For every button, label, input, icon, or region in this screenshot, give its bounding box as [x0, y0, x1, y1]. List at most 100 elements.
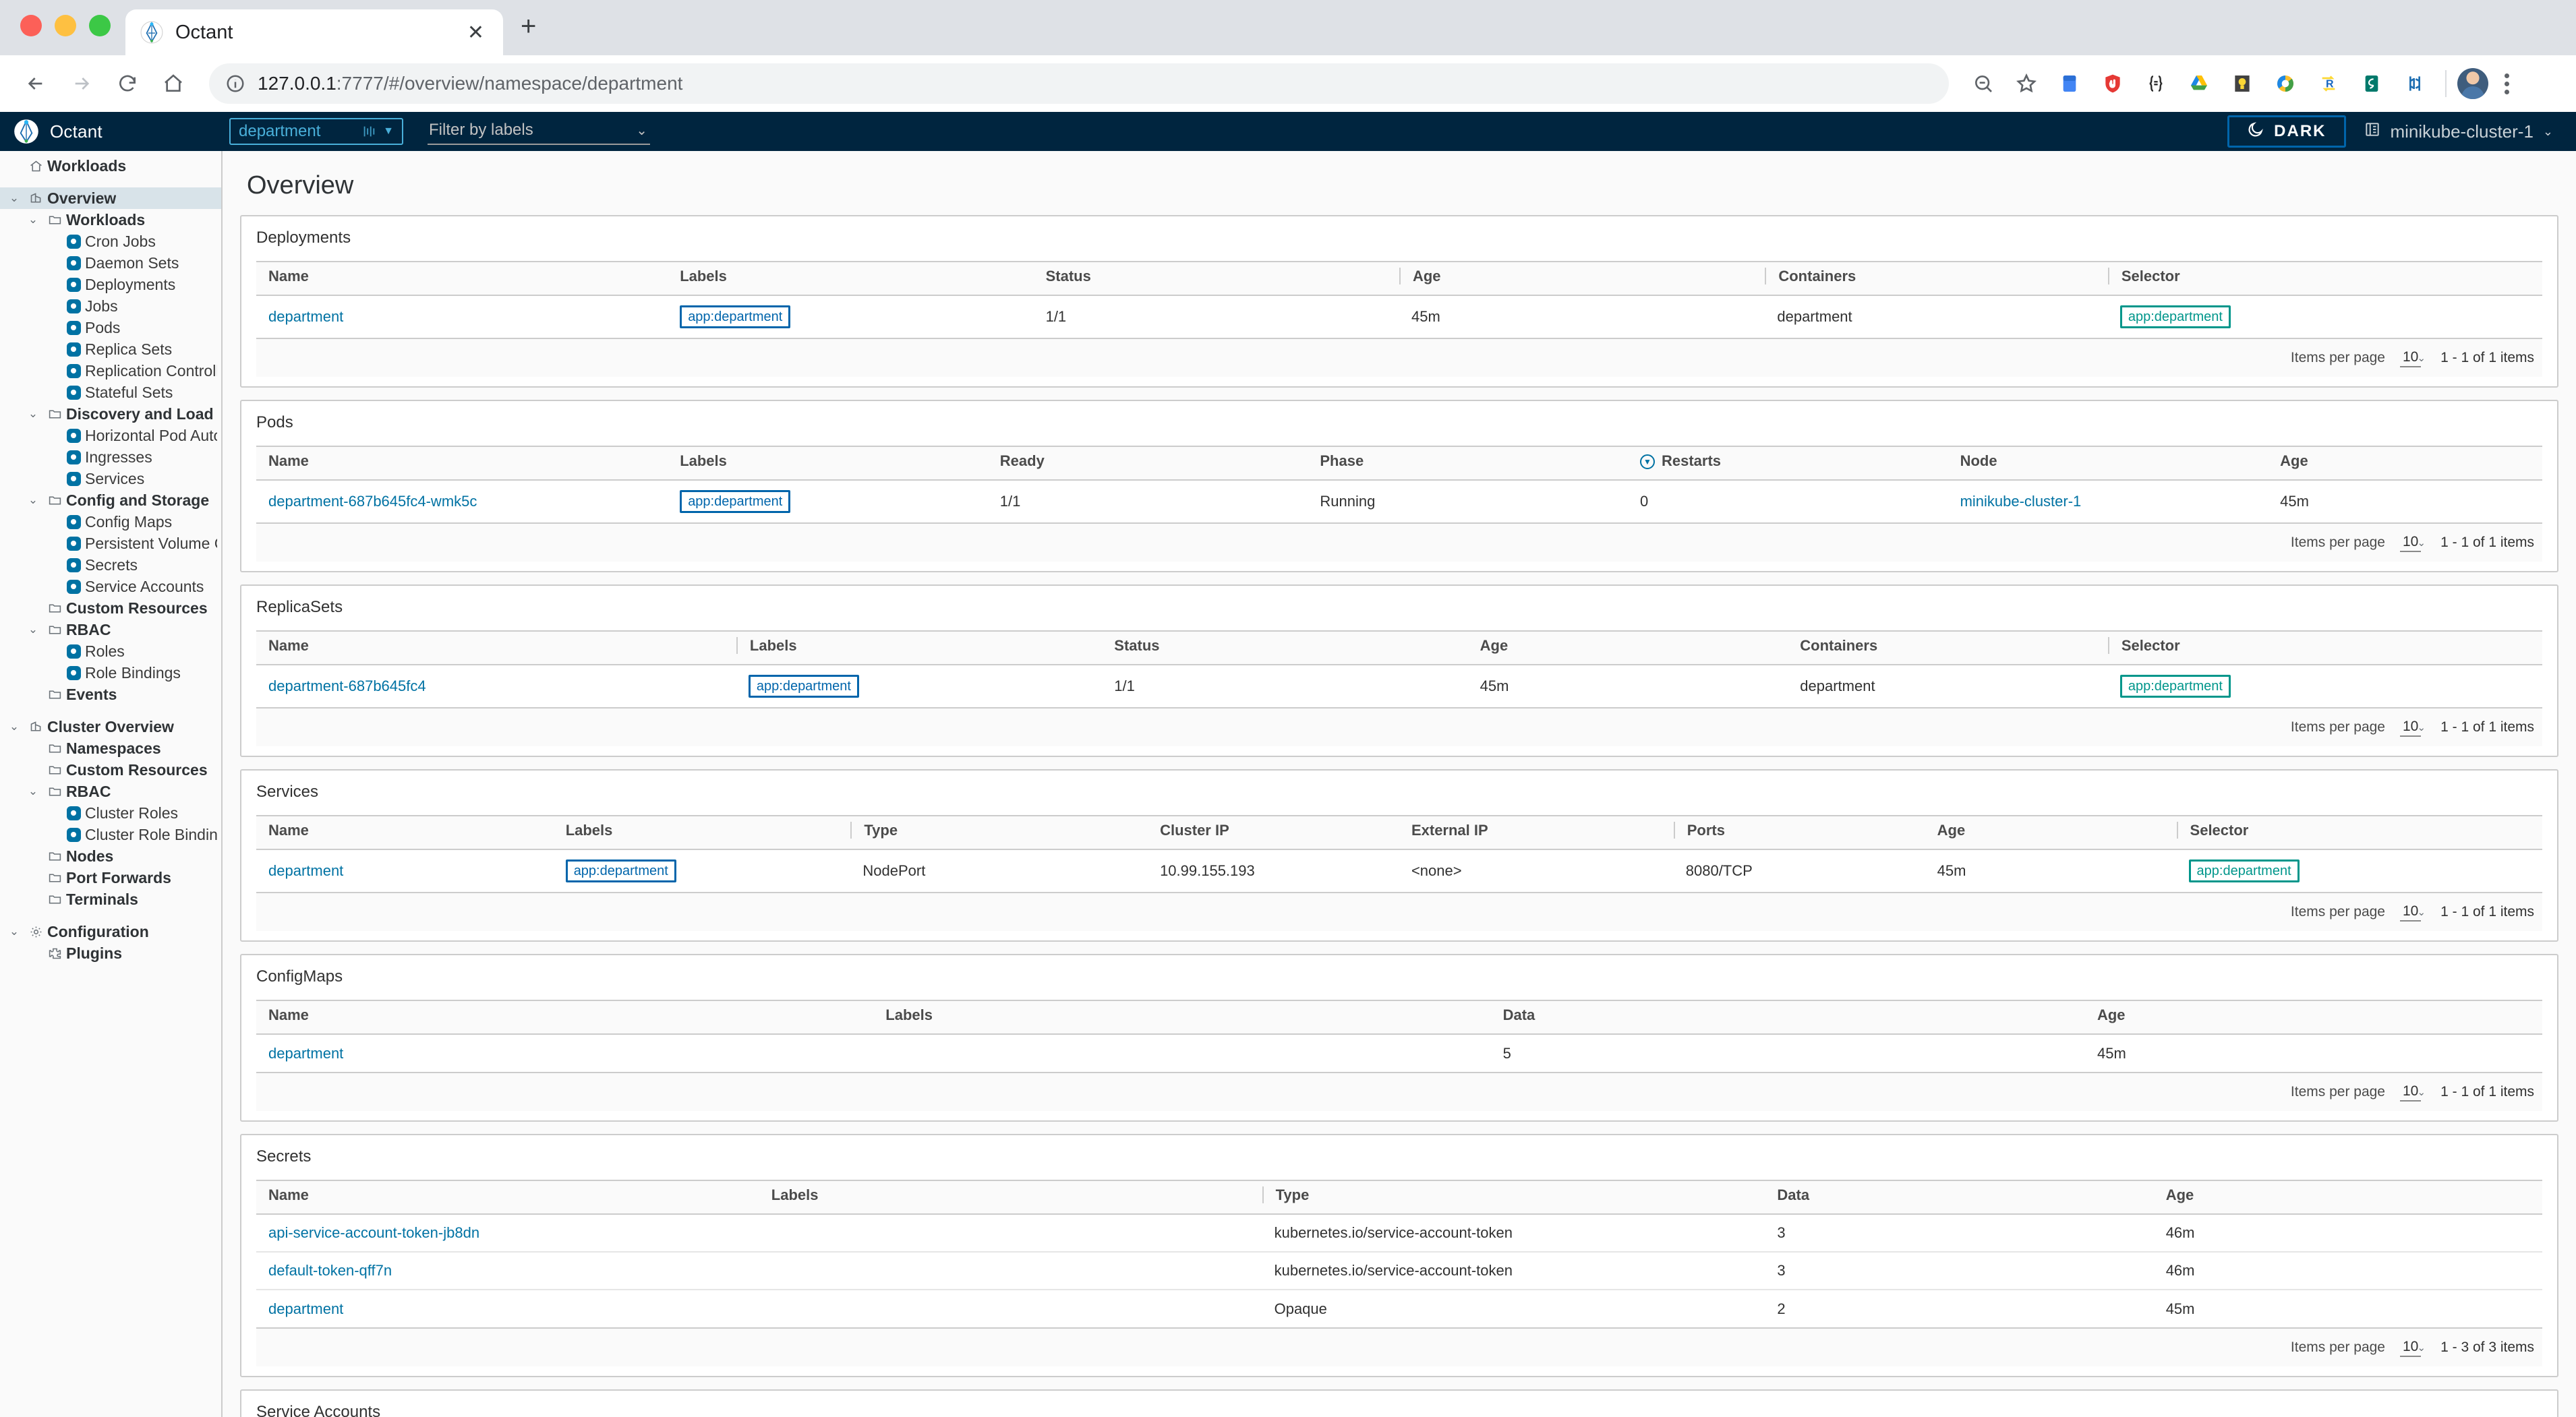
resource-link[interactable]: default-token-qff7n [268, 1262, 392, 1279]
column-header[interactable]: Containers [1765, 262, 2108, 295]
items-per-page-select[interactable]: 10 ⌄ [2400, 719, 2426, 737]
sidebar-item-replica-sets[interactable]: Replica Sets [0, 338, 221, 360]
column-header[interactable]: Name [256, 1000, 873, 1034]
sidebar-item-jobs[interactable]: Jobs [0, 295, 221, 317]
cluster-select[interactable]: minikube-cluster-1 ⌄ [2364, 121, 2554, 143]
sidebar-item-config-maps[interactable]: Config Maps [0, 511, 221, 533]
resource-link[interactable]: department-687b645fc4 [268, 677, 426, 694]
extension-keep-icon[interactable] [2223, 64, 2262, 103]
sidebar-item-plugins[interactable]: Plugins [0, 942, 221, 964]
sidebar-item-rbac[interactable]: ⌄RBAC [0, 619, 221, 640]
sidebar-item-secrets[interactable]: Secrets [0, 554, 221, 576]
extension-adblock-icon[interactable] [2093, 64, 2132, 103]
resource-link[interactable]: department [268, 1045, 343, 1062]
chevron-down-icon[interactable]: ⌄ [23, 493, 43, 507]
close-tab-icon[interactable]: ✕ [463, 21, 488, 44]
column-header[interactable]: Age [2154, 1180, 2542, 1214]
home-icon[interactable] [152, 63, 194, 104]
sidebar-item-workloads[interactable]: ⌄Workloads [0, 209, 221, 231]
forward-icon[interactable] [61, 63, 103, 104]
column-header[interactable]: Data [1765, 1180, 2153, 1214]
bookmark-star-icon[interactable] [2007, 64, 2046, 103]
extension-google-drive-icon[interactable] [2179, 64, 2219, 103]
sidebar-item-replication-controllers[interactable]: Replication Controllers [0, 360, 221, 382]
site-info-icon[interactable] [225, 73, 245, 94]
label-chip[interactable]: app:department [566, 860, 676, 882]
sidebar-item-ingresses[interactable]: Ingresses [0, 446, 221, 468]
sidebar-item-horizontal-pod-autoscalers[interactable]: Horizontal Pod Autoscalers [0, 425, 221, 446]
sidebar-item-stateful-sets[interactable]: Stateful Sets [0, 382, 221, 403]
sidebar-item-events[interactable]: Events [0, 684, 221, 705]
label-chip[interactable]: app:department [680, 490, 790, 513]
extension-clipboard-icon[interactable] [2050, 64, 2089, 103]
column-header[interactable]: Containers [1788, 631, 2108, 665]
column-header[interactable]: Name [256, 446, 668, 480]
new-tab-button[interactable]: + [503, 11, 552, 55]
sidebar-item-deployments[interactable]: Deployments [0, 274, 221, 295]
items-per-page-select[interactable]: 10 ⌄ [2400, 1339, 2426, 1357]
maximize-window-button[interactable] [89, 15, 111, 36]
resource-link[interactable]: department [268, 1300, 343, 1317]
sidebar-item-custom-resources[interactable]: Custom Resources [0, 759, 221, 781]
column-header[interactable]: Selector [2108, 262, 2542, 295]
column-header[interactable]: Selector [2108, 631, 2542, 665]
column-header[interactable]: Name [256, 631, 736, 665]
resource-link[interactable]: department-687b645fc4-wmk5c [268, 493, 477, 510]
chevron-down-icon[interactable]: ⌄ [23, 785, 43, 798]
resource-link[interactable]: department [268, 862, 343, 879]
chevron-down-icon[interactable]: ⌄ [4, 191, 24, 205]
column-header[interactable]: Labels [668, 262, 1033, 295]
sidebar-item-persistent-volume-claims[interactable]: Persistent Volume Claims [0, 533, 221, 554]
sidebar-item-role-bindings[interactable]: Role Bindings [0, 662, 221, 684]
resource-link[interactable]: department [268, 308, 343, 325]
sidebar-item-custom-resources[interactable]: Custom Resources [0, 597, 221, 619]
label-chip[interactable]: app:department [749, 675, 859, 698]
column-header[interactable]: Status [1102, 631, 1467, 665]
sidebar-item-services[interactable]: Services [0, 468, 221, 489]
column-header[interactable]: Labels [554, 816, 851, 849]
column-header[interactable]: Ports [1674, 816, 1925, 849]
column-header[interactable]: Name [256, 816, 554, 849]
column-header[interactable]: Age [2085, 1000, 2542, 1034]
extension-compass-icon[interactable] [2266, 64, 2305, 103]
label-chip[interactable]: app:department [680, 305, 790, 328]
column-header[interactable]: ▼Restarts [1628, 446, 1948, 480]
minimize-window-button[interactable] [55, 15, 76, 36]
column-header[interactable]: Age [1399, 262, 1765, 295]
theme-toggle-button[interactable]: DARK [2227, 115, 2345, 148]
sidebar-item-cluster-role-bindings[interactable]: Cluster Role Bindings [0, 824, 221, 845]
chevron-down-icon[interactable]: ⌄ [23, 407, 43, 421]
resource-link[interactable]: api-service-account-token-jb8dn [268, 1224, 479, 1241]
chevron-down-icon[interactable]: ⌄ [23, 623, 43, 636]
column-header[interactable]: Selector [2177, 816, 2542, 849]
label-chip[interactable]: app:department [2189, 860, 2300, 882]
sidebar-item-overview[interactable]: ⌄Overview [0, 187, 221, 209]
label-chip[interactable]: app:department [2120, 675, 2231, 698]
column-header[interactable]: Age [1925, 816, 2177, 849]
browser-menu-icon[interactable] [2492, 73, 2521, 94]
items-per-page-select[interactable]: 10 ⌄ [2400, 349, 2426, 367]
column-header[interactable]: Node [1948, 446, 2268, 480]
back-icon[interactable] [15, 63, 57, 104]
items-per-page-select[interactable]: 10 ⌄ [2400, 534, 2426, 552]
chevron-down-icon[interactable]: ⌄ [23, 213, 43, 227]
column-header[interactable]: Data [1491, 1000, 2085, 1034]
browser-tab[interactable]: Octant ✕ [125, 9, 503, 55]
items-per-page-select[interactable]: 10 ⌄ [2400, 1083, 2426, 1102]
label-chip[interactable]: app:department [2120, 305, 2231, 328]
column-header[interactable]: Phase [1308, 446, 1628, 480]
resource-link[interactable]: minikube-cluster-1 [1960, 493, 2082, 510]
column-header[interactable]: Type [1262, 1180, 1765, 1214]
column-header[interactable]: Labels [759, 1180, 1262, 1214]
sidebar-item-cluster-roles[interactable]: Cluster Roles [0, 802, 221, 824]
column-header[interactable]: Status [1034, 262, 1399, 295]
namespace-select[interactable]: department ▼ [229, 118, 403, 145]
reload-icon[interactable] [107, 63, 148, 104]
column-header[interactable]: Labels [873, 1000, 1490, 1034]
sidebar-item-config-and-storage[interactable]: ⌄Config and Storage [0, 489, 221, 511]
sidebar-item-pods[interactable]: Pods [0, 317, 221, 338]
extension-redirect-icon[interactable]: R [2309, 64, 2348, 103]
column-header[interactable]: External IP [1399, 816, 1674, 849]
column-header[interactable]: Age [2268, 446, 2542, 480]
extension-braces-icon[interactable] [2136, 64, 2175, 103]
